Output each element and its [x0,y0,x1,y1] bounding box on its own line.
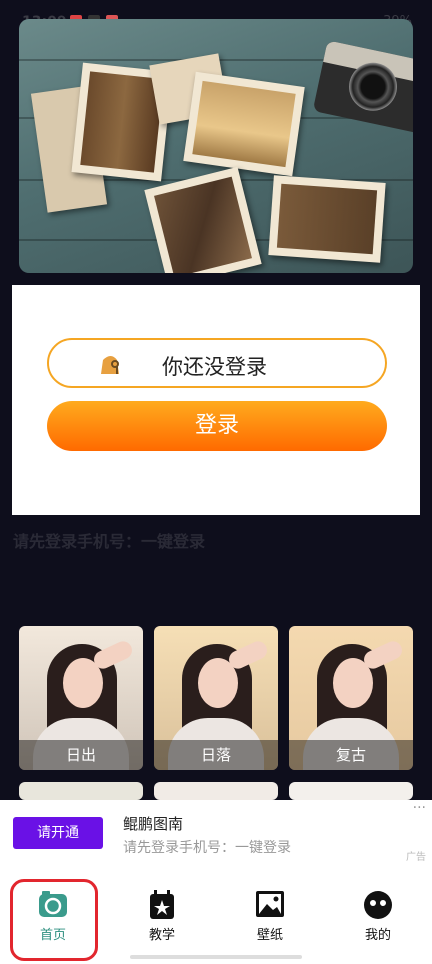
more-options-icon[interactable]: ··· [413,800,426,816]
login-hint-text: 请先登录手机号：一键登录 [13,532,206,551]
filter-tile-sunrise[interactable]: 日出 [19,626,143,770]
filter-tile-partial[interactable] [289,782,413,800]
face-icon [364,891,392,919]
filter-label: 日出 [19,740,143,770]
ad-tag: 广告 [406,852,426,863]
key-bag-icon [101,356,119,374]
filter-tile-sunset[interactable]: 日落 [154,626,278,770]
gesture-bar[interactable] [130,955,302,959]
login-card: 你还没登录 登录 [12,285,420,515]
filter-tile-partial[interactable] [19,782,143,800]
nav-item-tutorial[interactable]: 教学 [127,890,197,950]
calendar-star-icon [150,890,174,919]
ad-open-button[interactable]: 请开通 [13,817,103,849]
filter-tile-partial[interactable] [154,782,278,800]
filter-label: 日落 [154,740,278,770]
nav-label: 教学 [148,928,175,943]
ad-banner[interactable]: 请开通 鲲鹏图南 请先登录手机号：一键登录 广告 ··· [0,800,432,868]
faded-hint-row [13,564,413,580]
nav-label: 壁纸 [256,928,283,943]
ad-title: 鲲鹏图南 [123,815,184,833]
filter-tile-retro[interactable]: 复古 [289,626,413,770]
ad-subtitle: 请先登录手机号：一键登录 [123,840,291,856]
image-icon [256,891,284,917]
nav-label: 我的 [364,928,391,943]
filter-label: 复古 [289,740,413,770]
hero-banner-image [19,19,413,273]
home-highlight-annotation [10,879,98,961]
login-button[interactable]: 登录 [47,401,387,451]
camera-illustration [312,40,413,134]
nav-item-mine[interactable]: 我的 [343,890,413,950]
not-logged-in-text: 你还没登录 [162,355,267,379]
nav-item-wallpaper[interactable]: 壁纸 [235,890,305,950]
not-logged-in-banner[interactable]: 你还没登录 [47,338,387,388]
